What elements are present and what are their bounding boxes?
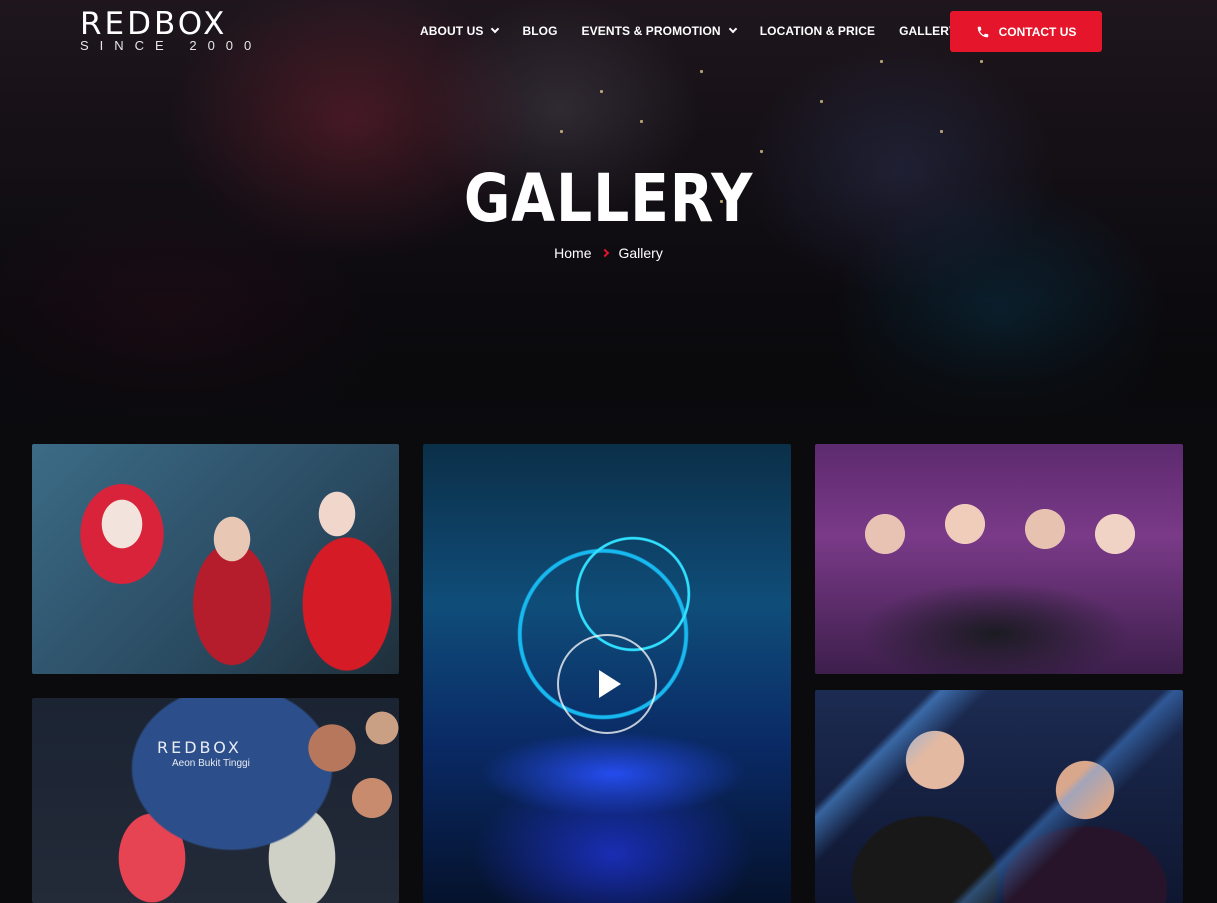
- nav-item-gallery[interactable]: GALLERY: [899, 24, 957, 38]
- breadcrumb-home-link[interactable]: Home: [554, 245, 591, 261]
- nav-item-label: LOCATION & PRICE: [759, 24, 876, 38]
- photo-sign-location: Aeon Bukit Tinggi: [172, 758, 250, 769]
- play-button[interactable]: [557, 634, 657, 734]
- phone-icon: [977, 26, 988, 37]
- confetti: [700, 70, 703, 73]
- nav-item-label: EVENTS & PROMOTION: [581, 24, 721, 38]
- gallery-image-performers[interactable]: [815, 690, 1183, 903]
- confetti: [980, 60, 983, 63]
- logo-tagline: SINCE 2000: [80, 38, 263, 53]
- nav-item-location-price[interactable]: LOCATION & PRICE: [760, 24, 875, 38]
- gallery-image-party-group[interactable]: [815, 444, 1183, 674]
- confetti: [760, 150, 763, 153]
- gallery-image-singers[interactable]: [32, 444, 399, 674]
- confetti: [820, 100, 823, 103]
- contact-us-button[interactable]: CONTACT US: [950, 11, 1102, 52]
- nav-item-label: ABOUT US: [420, 24, 484, 38]
- confetti: [600, 90, 603, 93]
- chevron-right-icon: [600, 248, 609, 258]
- contact-us-label: CONTACT US: [998, 24, 1077, 39]
- photo-sign-brand: REDBOX: [157, 738, 242, 757]
- confetti: [940, 130, 943, 133]
- nav-item-label: BLOG: [522, 24, 558, 38]
- nav-item-events-promotion[interactable]: EVENTS & PROMOTION: [581, 24, 737, 38]
- page-title: GALLERY: [463, 160, 754, 237]
- nav-item-blog[interactable]: BLOG: [522, 24, 557, 38]
- confetti: [880, 60, 883, 63]
- logo-wordmark: REDBOX: [80, 6, 228, 42]
- main-nav: ABOUT US BLOG EVENTS & PROMOTION LOCATIO…: [420, 22, 981, 40]
- breadcrumb-current: Gallery: [618, 245, 663, 261]
- gallery-image-grand-reopening[interactable]: REDBOX Aeon Bukit Tinggi: [32, 698, 399, 903]
- chevron-down-icon: [728, 24, 737, 34]
- play-icon: [599, 670, 621, 698]
- logo[interactable]: REDBOX SINCE 2000: [80, 6, 272, 53]
- chevron-down-icon: [491, 24, 500, 34]
- confetti: [560, 130, 563, 133]
- confetti: [640, 120, 643, 123]
- nav-item-about-us[interactable]: ABOUT US: [420, 24, 500, 38]
- nav-item-label: GALLERY: [899, 24, 957, 38]
- gallery-video-room[interactable]: [423, 444, 791, 903]
- breadcrumb: Home Gallery: [0, 245, 1217, 261]
